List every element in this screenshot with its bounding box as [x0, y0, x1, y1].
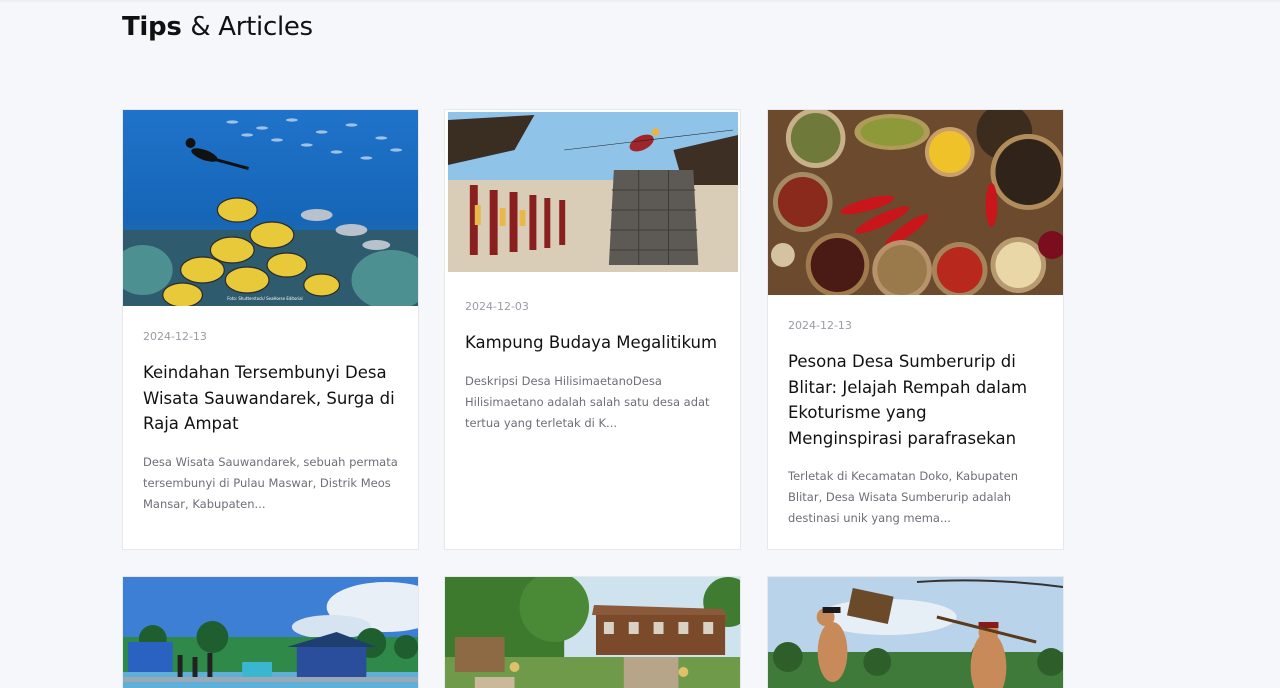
article-card[interactable]: [444, 576, 741, 688]
top-divider: [0, 0, 1280, 3]
article-excerpt: Terletak di Kecamatan Doko, Kabupaten Bl…: [788, 469, 1019, 525]
section-title: Tips & Articles: [122, 12, 313, 42]
article-thumbnail[interactable]: [768, 577, 1063, 688]
article-card[interactable]: [767, 576, 1064, 688]
wooden-houses-garden-image: [445, 577, 740, 688]
article-card[interactable]: [122, 576, 419, 688]
article-card[interactable]: 2024-12-13 Pesona Desa Sumberurip di Bli…: [767, 109, 1064, 550]
article-thumbnail[interactable]: [768, 110, 1063, 295]
article-date: 2024-12-13: [143, 330, 207, 343]
article-thumbnail[interactable]: [445, 110, 740, 276]
image-caption: Foto: Shutterstock/ SeaHorse Editorial: [227, 296, 302, 301]
article-excerpt: Deskripsi Desa HilisimaetanoDesa Hilisim…: [465, 373, 710, 430]
section-title-rest: & Articles: [190, 12, 313, 42]
article-card[interactable]: 2024-12-03 Kampung Budaya Megalitikum De…: [444, 109, 741, 550]
stone-jumping-village-image: [445, 110, 740, 276]
traditional-fighters-image: [768, 577, 1063, 688]
article-card[interactable]: Foto: Shutterstock/ SeaHorse Editorial 2…: [122, 109, 419, 550]
pier-huts-sea-image: [123, 577, 418, 688]
section-title-bold: Tips: [122, 12, 182, 42]
article-date: 2024-12-03: [465, 300, 529, 313]
article-thumbnail[interactable]: [123, 577, 418, 688]
spices-bowls-image: [768, 110, 1063, 295]
article-date: 2024-12-13: [788, 319, 852, 332]
article-excerpt: Desa Wisata Sauwandarek, sebuah permata …: [143, 454, 398, 511]
article-title[interactable]: Kampung Budaya Megalitikum: [465, 330, 720, 356]
article-title[interactable]: Pesona Desa Sumberurip di Blitar: Jelaja…: [788, 349, 1043, 451]
article-title[interactable]: Keindahan Tersembunyi Desa Wisata Sauwan…: [143, 360, 398, 437]
underwater-fish-image: Foto: Shutterstock/ SeaHorse Editorial: [123, 110, 418, 306]
article-thumbnail[interactable]: Foto: Shutterstock/ SeaHorse Editorial: [123, 110, 418, 306]
article-thumbnail[interactable]: [445, 577, 740, 688]
